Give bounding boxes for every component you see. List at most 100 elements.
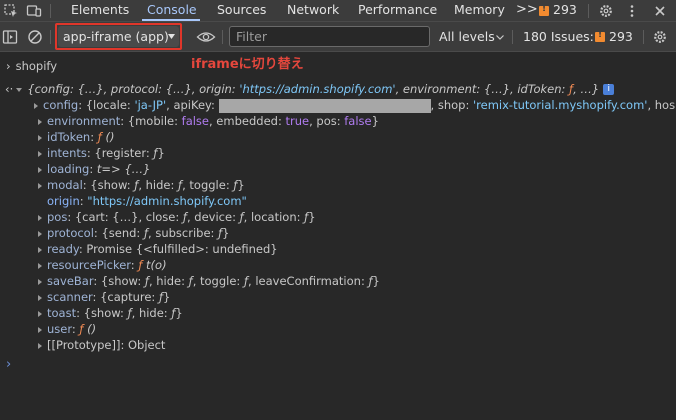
- issues-label[interactable]: 180 Issues:: [523, 22, 594, 52]
- prop-savebar[interactable]: saveBar: {show: ƒ, hide: ƒ, toggle: ƒ, l…: [38, 273, 380, 289]
- prop-text: : {send:: [93, 226, 144, 240]
- expand-triangle-icon[interactable]: [38, 214, 42, 221]
- prop-scanner[interactable]: scanner: {capture: ƒ}: [38, 289, 170, 305]
- filter-input[interactable]: Filter: [229, 26, 430, 47]
- prop-text: }: [222, 226, 230, 240]
- prop-text: : {mobile:: [120, 114, 182, 128]
- prop-text: , pos:: [309, 114, 345, 128]
- close-devtools-icon[interactable]: [652, 3, 668, 19]
- prop-key: user: [47, 322, 72, 336]
- prop-intents[interactable]: intents: {register: ƒ}: [38, 145, 165, 161]
- console-prompt[interactable]: ›: [6, 357, 11, 373]
- prop-toast[interactable]: toast: {show: ƒ, hide: ƒ}: [38, 305, 183, 321]
- prop-text: , subscribe:: [148, 226, 219, 240]
- sidebar-toggle-icon[interactable]: [2, 29, 18, 45]
- prop-key: [[Prototype]]: [47, 338, 121, 352]
- live-expression-eye-icon[interactable]: [196, 29, 216, 45]
- prop-string: 'remix-tutorial.myshopify.com': [473, 98, 648, 112]
- prop-text: : {show:: [76, 306, 128, 320]
- expand-triangle-icon[interactable]: [38, 310, 42, 317]
- prop-key: pos: [47, 210, 68, 224]
- clear-console-icon[interactable]: [27, 29, 43, 45]
- prop-key: modal: [47, 178, 83, 192]
- prop-text: (): [83, 322, 97, 336]
- prop-boolean: false: [344, 114, 372, 128]
- prop-key: origin: [47, 194, 80, 208]
- divider: [512, 30, 513, 44]
- prop-text: t(o): [142, 258, 167, 272]
- prop-config[interactable]: config: {locale: 'ja-JP', apiKey: , shop…: [34, 97, 675, 113]
- tab-network[interactable]: Network: [287, 0, 339, 22]
- prop-modal[interactable]: modal: {show: ƒ, hide: ƒ, toggle: ƒ}: [38, 177, 245, 193]
- expand-triangle-icon[interactable]: [38, 150, 42, 157]
- more-options-icon[interactable]: [624, 3, 640, 19]
- warning-icon: [595, 30, 605, 42]
- prop-protocol[interactable]: protocol: {send: ƒ, subscribe: ƒ}: [38, 225, 229, 241]
- issues-count[interactable]: 293: [609, 22, 633, 52]
- expand-triangle-icon[interactable]: [38, 118, 42, 125]
- prop-pos[interactable]: pos: {cart: {…}, close: ƒ, device: ƒ, lo…: [38, 209, 316, 225]
- device-toolbar-icon[interactable]: [26, 3, 42, 19]
- summary-text: {config: {…}, protocol: {…}, origin:: [27, 82, 240, 96]
- tab-sources[interactable]: Sources: [217, 0, 266, 22]
- tab-performance[interactable]: Performance: [358, 0, 437, 22]
- input-prompt-icon: ›: [6, 59, 11, 73]
- prop-text: :: [120, 338, 128, 352]
- summary-text: , …}: [573, 82, 600, 96]
- prop-text: , leaveConfirmation:: [248, 274, 369, 288]
- result-summary[interactable]: ‹· {config: {…}, protocol: {…}, origin: '…: [5, 81, 615, 97]
- expand-triangle-icon[interactable]: [38, 294, 42, 301]
- console-toolbar: app-iframe (app) Filter All levels 180 I…: [0, 22, 676, 52]
- summary-origin: 'https://admin.shopify.com': [239, 82, 396, 96]
- prop-text: , embedded:: [209, 114, 286, 128]
- prop-text: , hos: [647, 98, 676, 112]
- warning-icon: [539, 4, 549, 16]
- prop-text: , hide:: [148, 274, 189, 288]
- prop-string: 'ja-JP': [134, 98, 167, 112]
- inspect-element-icon[interactable]: [3, 3, 19, 19]
- more-tabs-button[interactable]: >>: [516, 0, 538, 22]
- prop-key: saveBar: [47, 274, 94, 288]
- prop-environment[interactable]: environment: {mobile: false, embedded: t…: [38, 113, 379, 129]
- console-output: › shopify ‹· {config: {…}, protocol: {…}, …: [0, 52, 676, 420]
- issues-count[interactable]: 293: [553, 0, 577, 22]
- prop-key: protocol: [47, 226, 94, 240]
- expand-triangle-icon[interactable]: [38, 134, 42, 141]
- prop-text: : {locale:: [78, 98, 135, 112]
- expand-triangle-icon[interactable]: [38, 326, 42, 333]
- collapse-triangle-icon[interactable]: [16, 87, 23, 92]
- divider: [588, 4, 589, 18]
- info-icon[interactable]: i: [603, 84, 615, 95]
- prop-user[interactable]: user: ƒ (): [38, 321, 96, 337]
- expand-triangle-icon[interactable]: [38, 246, 42, 253]
- prop-text: , location:: [243, 210, 305, 224]
- prop-text: , hide:: [131, 306, 172, 320]
- prop-text: , toggle:: [192, 274, 244, 288]
- prop-loading[interactable]: loading: t=> {…}: [38, 161, 150, 177]
- prop-key: config: [43, 98, 79, 112]
- prop-key: intents: [47, 146, 87, 160]
- expand-triangle-icon[interactable]: [34, 102, 38, 109]
- prop-ready[interactable]: ready: Promise {<fulfilled>: undefined}: [38, 241, 278, 257]
- prop-key: scanner: [47, 290, 93, 304]
- divider: [222, 30, 223, 44]
- prop-text: , toggle:: [182, 178, 234, 192]
- tab-elements[interactable]: Elements: [71, 0, 129, 22]
- divider: [643, 30, 644, 44]
- console-settings-gear-icon[interactable]: [652, 29, 668, 45]
- expand-triangle-icon[interactable]: [38, 166, 42, 173]
- prop-text: : {show:: [93, 274, 145, 288]
- expand-triangle-icon[interactable]: [38, 342, 42, 349]
- prop-idtoken[interactable]: idToken: ƒ (): [38, 129, 114, 145]
- prop-resourcepicker[interactable]: resourcePicker: ƒ t(o): [38, 257, 167, 273]
- expand-triangle-icon[interactable]: [38, 278, 42, 285]
- tab-memory[interactable]: Memory: [454, 0, 505, 22]
- prop-prototype[interactable]: [[Prototype]]: Object: [38, 337, 165, 353]
- expand-triangle-icon[interactable]: [38, 182, 42, 189]
- expand-triangle-icon[interactable]: [38, 230, 42, 237]
- prop-boolean: false: [181, 114, 209, 128]
- settings-gear-icon[interactable]: [598, 3, 614, 19]
- prop-text: , device:: [186, 210, 240, 224]
- log-levels-dropdown[interactable]: All levels: [439, 22, 495, 52]
- expand-triangle-icon[interactable]: [38, 262, 42, 269]
